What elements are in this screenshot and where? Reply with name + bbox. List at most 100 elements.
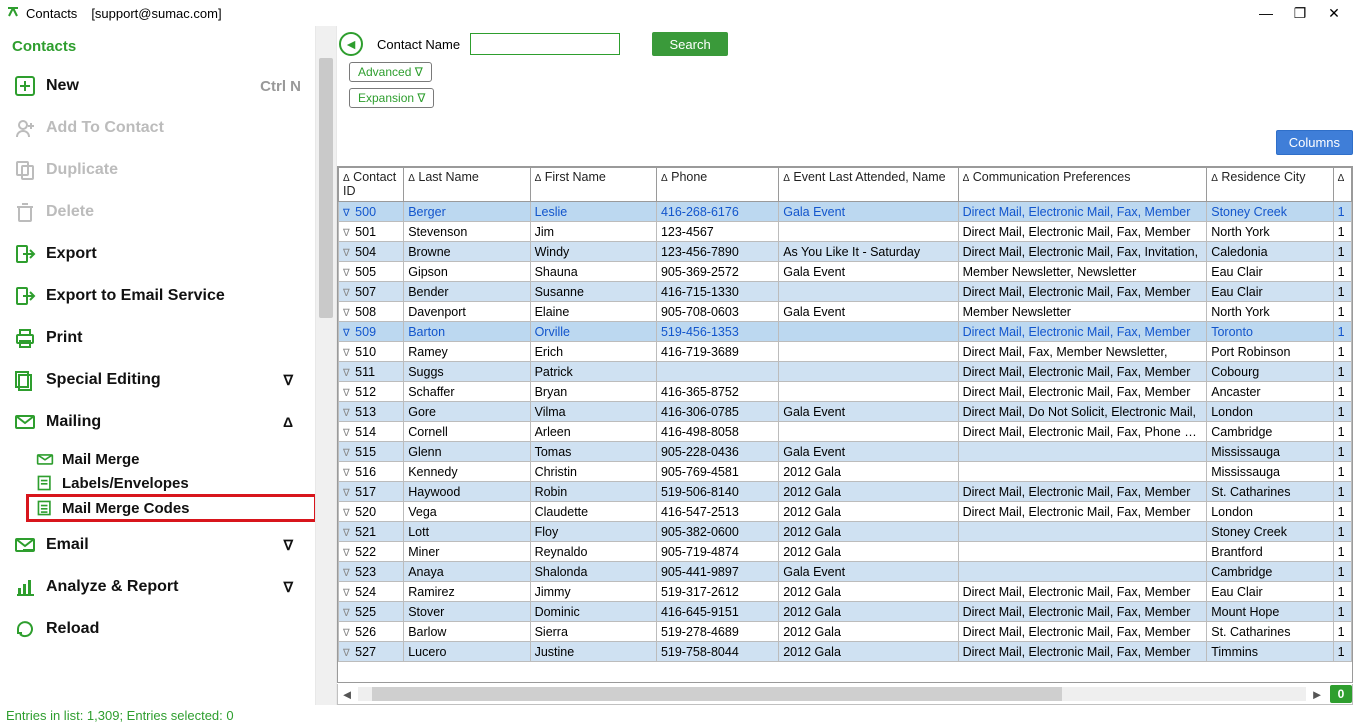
table-cell[interactable]: 1: [1333, 602, 1351, 622]
table-cell[interactable]: Browne: [404, 242, 530, 262]
table-cell[interactable]: Gore: [404, 402, 530, 422]
table-cell[interactable]: 1: [1333, 462, 1351, 482]
table-cell[interactable]: 905-719-4874: [656, 542, 778, 562]
table-cell[interactable]: Glenn: [404, 442, 530, 462]
table-cell[interactable]: Stover: [404, 602, 530, 622]
table-cell[interactable]: Tomas: [530, 442, 656, 462]
table-cell[interactable]: 519-278-4689: [656, 622, 778, 642]
col-last-name[interactable]: Δ Last Name: [404, 168, 530, 202]
table-cell[interactable]: 1: [1333, 282, 1351, 302]
table-row[interactable]: ∇ 527LuceroJustine519-758-80442012 GalaD…: [339, 642, 1352, 662]
table-cell[interactable]: London: [1207, 402, 1333, 422]
table-cell[interactable]: [958, 522, 1207, 542]
table-cell[interactable]: 1: [1333, 302, 1351, 322]
table-cell[interactable]: ∇ 504: [339, 242, 404, 262]
scroll-track[interactable]: [358, 687, 1306, 701]
table-cell[interactable]: Direct Mail, Do Not Solicit, Electronic …: [958, 402, 1207, 422]
table-cell[interactable]: 1: [1333, 202, 1351, 222]
table-cell[interactable]: Bryan: [530, 382, 656, 402]
search-button[interactable]: Search: [652, 32, 728, 56]
table-cell[interactable]: St. Catharines: [1207, 622, 1333, 642]
table-cell[interactable]: ∇ 523: [339, 562, 404, 582]
table-row[interactable]: ∇ 515GlennTomas905-228-0436Gala EventMis…: [339, 442, 1352, 462]
table-cell[interactable]: Justine: [530, 642, 656, 662]
table-cell[interactable]: Mississauga: [1207, 442, 1333, 462]
mail-merge-button[interactable]: Mail Merge: [34, 447, 315, 471]
table-cell[interactable]: 416-498-8058: [656, 422, 778, 442]
table-cell[interactable]: [958, 462, 1207, 482]
table-cell[interactable]: Direct Mail, Electronic Mail, Fax, Membe…: [958, 222, 1207, 242]
special-editing-button[interactable]: Special Editing ∇: [12, 363, 315, 397]
table-cell[interactable]: ∇ 515: [339, 442, 404, 462]
table-cell[interactable]: 905-441-9897: [656, 562, 778, 582]
collapse-panel-icon[interactable]: ◄: [339, 32, 363, 56]
table-cell[interactable]: 2012 Gala: [779, 482, 958, 502]
new-button[interactable]: New Ctrl N: [12, 69, 315, 103]
table-cell[interactable]: 1: [1333, 222, 1351, 242]
table-row[interactable]: ∇ 523AnayaShalonda905-441-9897Gala Event…: [339, 562, 1352, 582]
table-cell[interactable]: Christin: [530, 462, 656, 482]
table-cell[interactable]: 1: [1333, 482, 1351, 502]
table-cell[interactable]: Cambridge: [1207, 422, 1333, 442]
table-cell[interactable]: [958, 542, 1207, 562]
table-cell[interactable]: 1: [1333, 642, 1351, 662]
table-row[interactable]: ∇ 524RamirezJimmy519-317-26122012 GalaDi…: [339, 582, 1352, 602]
table-cell[interactable]: St. Catharines: [1207, 482, 1333, 502]
table-cell[interactable]: 416-645-9151: [656, 602, 778, 622]
table-cell[interactable]: 2012 Gala: [779, 642, 958, 662]
table-cell[interactable]: Direct Mail, Electronic Mail, Fax, Membe…: [958, 382, 1207, 402]
contact-name-input[interactable]: [470, 33, 620, 55]
table-cell[interactable]: 905-228-0436: [656, 442, 778, 462]
table-cell[interactable]: Direct Mail, Electronic Mail, Fax, Membe…: [958, 202, 1207, 222]
table-cell[interactable]: Eau Clair: [1207, 582, 1333, 602]
scroll-thumb[interactable]: [372, 687, 1062, 701]
table-row[interactable]: ∇ 525StoverDominic416-645-91512012 GalaD…: [339, 602, 1352, 622]
table-cell[interactable]: Port Robinson: [1207, 342, 1333, 362]
table-cell[interactable]: ∇ 516: [339, 462, 404, 482]
mail-merge-codes-button[interactable]: Mail Merge Codes: [28, 496, 315, 520]
table-cell[interactable]: 2012 Gala: [779, 622, 958, 642]
table-cell[interactable]: Stoney Creek: [1207, 202, 1333, 222]
table-cell[interactable]: [958, 562, 1207, 582]
table-cell[interactable]: Direct Mail, Electronic Mail, Fax, Membe…: [958, 642, 1207, 662]
email-button[interactable]: Email ∇: [12, 528, 315, 562]
table-cell[interactable]: North York: [1207, 222, 1333, 242]
table-cell[interactable]: Vega: [404, 502, 530, 522]
table-cell[interactable]: London: [1207, 502, 1333, 522]
selection-count-badge[interactable]: 0: [1330, 685, 1352, 703]
minimize-button[interactable]: —: [1249, 5, 1283, 21]
add-to-contact-button[interactable]: Add To Contact: [12, 111, 315, 145]
table-cell[interactable]: ∇ 511: [339, 362, 404, 382]
table-cell[interactable]: 1: [1333, 502, 1351, 522]
table-row[interactable]: ∇ 513GoreVilma416-306-0785Gala EventDire…: [339, 402, 1352, 422]
table-cell[interactable]: Direct Mail, Electronic Mail, Fax, Membe…: [958, 502, 1207, 522]
table-cell[interactable]: Leslie: [530, 202, 656, 222]
delete-button[interactable]: Delete: [12, 195, 315, 229]
table-cell[interactable]: Eau Clair: [1207, 282, 1333, 302]
table-row[interactable]: ∇ 504BrowneWindy123-456-7890As You Like …: [339, 242, 1352, 262]
table-cell[interactable]: Sierra: [530, 622, 656, 642]
table-cell[interactable]: Gala Event: [779, 562, 958, 582]
table-cell[interactable]: Lucero: [404, 642, 530, 662]
table-cell[interactable]: 2012 Gala: [779, 462, 958, 482]
table-cell[interactable]: Barton: [404, 322, 530, 342]
table-cell[interactable]: Dominic: [530, 602, 656, 622]
table-cell[interactable]: [779, 322, 958, 342]
table-cell[interactable]: 2012 Gala: [779, 522, 958, 542]
table-cell[interactable]: Ramey: [404, 342, 530, 362]
col-comm[interactable]: Δ Communication Preferences: [958, 168, 1207, 202]
table-cell[interactable]: Reynaldo: [530, 542, 656, 562]
close-button[interactable]: ✕: [1317, 5, 1351, 22]
table-cell[interactable]: Eau Clair: [1207, 262, 1333, 282]
table-row[interactable]: ∇ 510RameyErich416-719-3689Direct Mail, …: [339, 342, 1352, 362]
table-cell[interactable]: Ancaster: [1207, 382, 1333, 402]
table-cell[interactable]: 519-506-8140: [656, 482, 778, 502]
table-cell[interactable]: 2012 Gala: [779, 582, 958, 602]
table-cell[interactable]: Gala Event: [779, 262, 958, 282]
table-cell[interactable]: [779, 222, 958, 242]
mailing-button[interactable]: Mailing Δ: [12, 405, 315, 439]
table-cell[interactable]: Jimmy: [530, 582, 656, 602]
table-cell[interactable]: Lott: [404, 522, 530, 542]
table-cell[interactable]: 1: [1333, 442, 1351, 462]
table-cell[interactable]: Member Newsletter, Newsletter: [958, 262, 1207, 282]
